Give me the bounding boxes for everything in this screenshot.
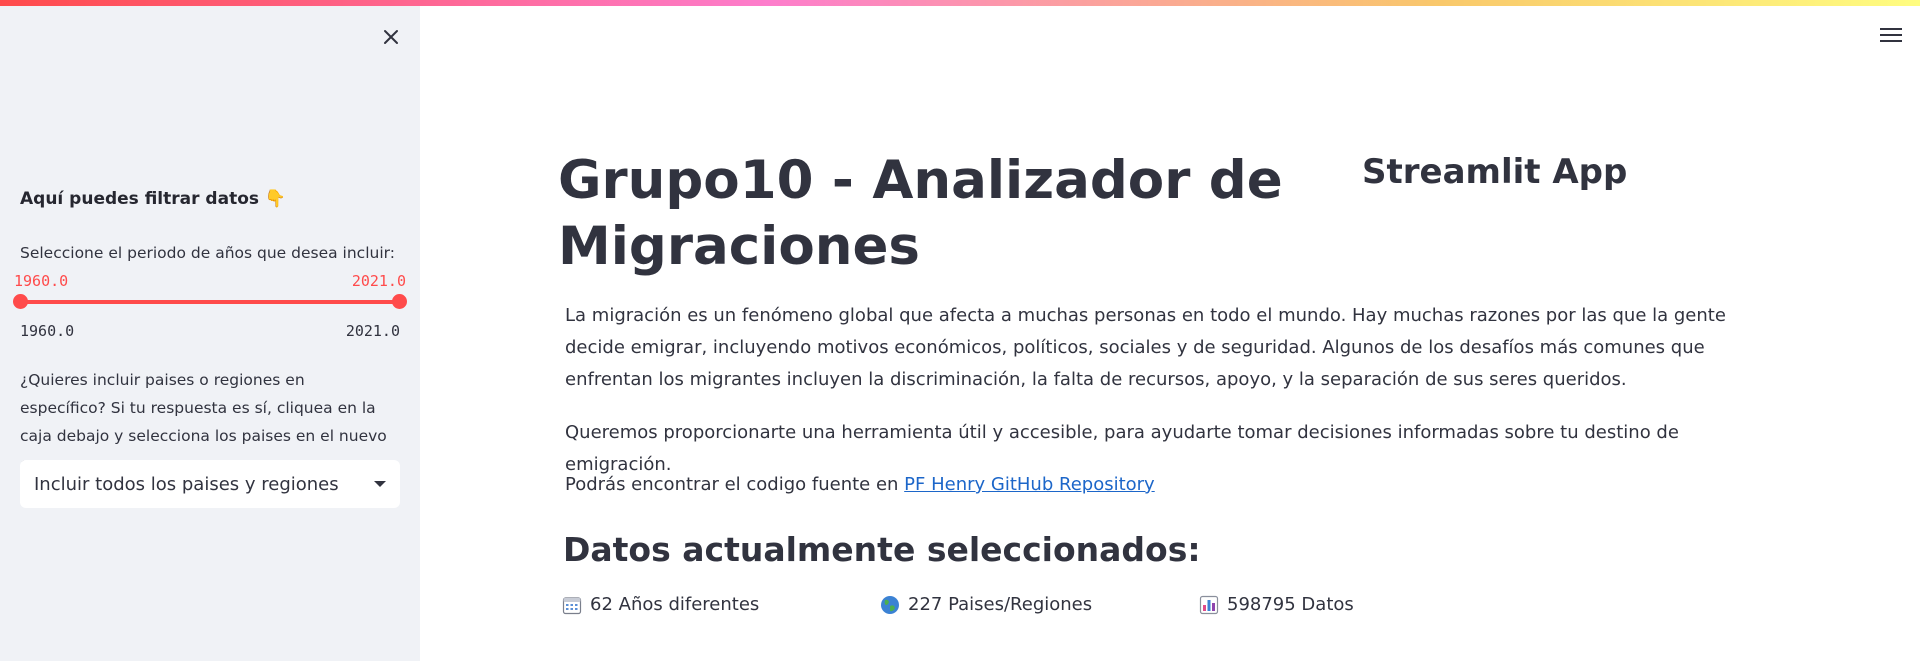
calendar-icon	[562, 596, 582, 614]
source-paragraph: Podrás encontrar el codigo fuente en PF …	[565, 469, 1775, 501]
stat-years-text: 62 Años diferentes	[590, 594, 760, 615]
intro-paragraph: La migración es un fenómeno global que a…	[565, 305, 1726, 390]
slider-thumb-high[interactable]	[392, 294, 407, 309]
year-range-slider[interactable]: 1960.0 2021.0 1960.0 2021.0	[13, 272, 407, 352]
hamburger-icon-line	[1880, 40, 1902, 42]
chevron-down-icon	[374, 481, 386, 487]
slider-value-low: 1960.0	[14, 272, 69, 290]
stat-countries-text: 227 Paises/Regiones	[908, 594, 1093, 615]
slider-value-high: 2021.0	[351, 272, 406, 290]
app-title: Streamlit App	[1362, 152, 1628, 192]
stat-countries: 227 Paises/Regiones	[880, 594, 1092, 615]
filter-title: Aquí puedes filtrar datos 👇	[20, 189, 287, 209]
slider-thumb-low[interactable]	[13, 294, 28, 309]
top-decoration-bar	[0, 0, 1920, 6]
section-title: Datos actualmente seleccionados:	[563, 530, 1201, 569]
slider-track[interactable]	[20, 300, 400, 304]
globe-icon	[881, 595, 899, 614]
page-title: Grupo10 - Analizador de Migraciones	[558, 150, 1283, 277]
sidebar: Aquí puedes filtrar datos 👇 Seleccione e…	[0, 0, 420, 661]
bar-chart-icon	[1199, 595, 1219, 614]
hamburger-icon-line	[1880, 28, 1902, 30]
close-sidebar-button[interactable]	[376, 22, 406, 52]
close-icon	[384, 30, 398, 44]
repo-link[interactable]: PF Henry GitHub Repository	[904, 474, 1155, 495]
source-paragraph-text: Podrás encontrar el codigo fuente en	[565, 474, 905, 495]
stat-data-text: 598795 Datos	[1227, 594, 1354, 615]
country-select[interactable]: Incluir todos los paises y regiones	[20, 460, 400, 508]
country-select-value: Incluir todos los paises y regiones	[34, 473, 339, 495]
year-slider-label: Seleccione el periodo de años que desea …	[20, 244, 395, 262]
slider-max-label: 2021.0	[345, 322, 400, 340]
hamburger-icon-line	[1880, 34, 1902, 36]
main-menu-button[interactable]	[1880, 24, 1902, 46]
stat-years: 62 Años diferentes	[562, 594, 759, 615]
stat-data: 598795 Datos	[1199, 594, 1354, 615]
slider-min-label: 1960.0	[20, 322, 75, 340]
